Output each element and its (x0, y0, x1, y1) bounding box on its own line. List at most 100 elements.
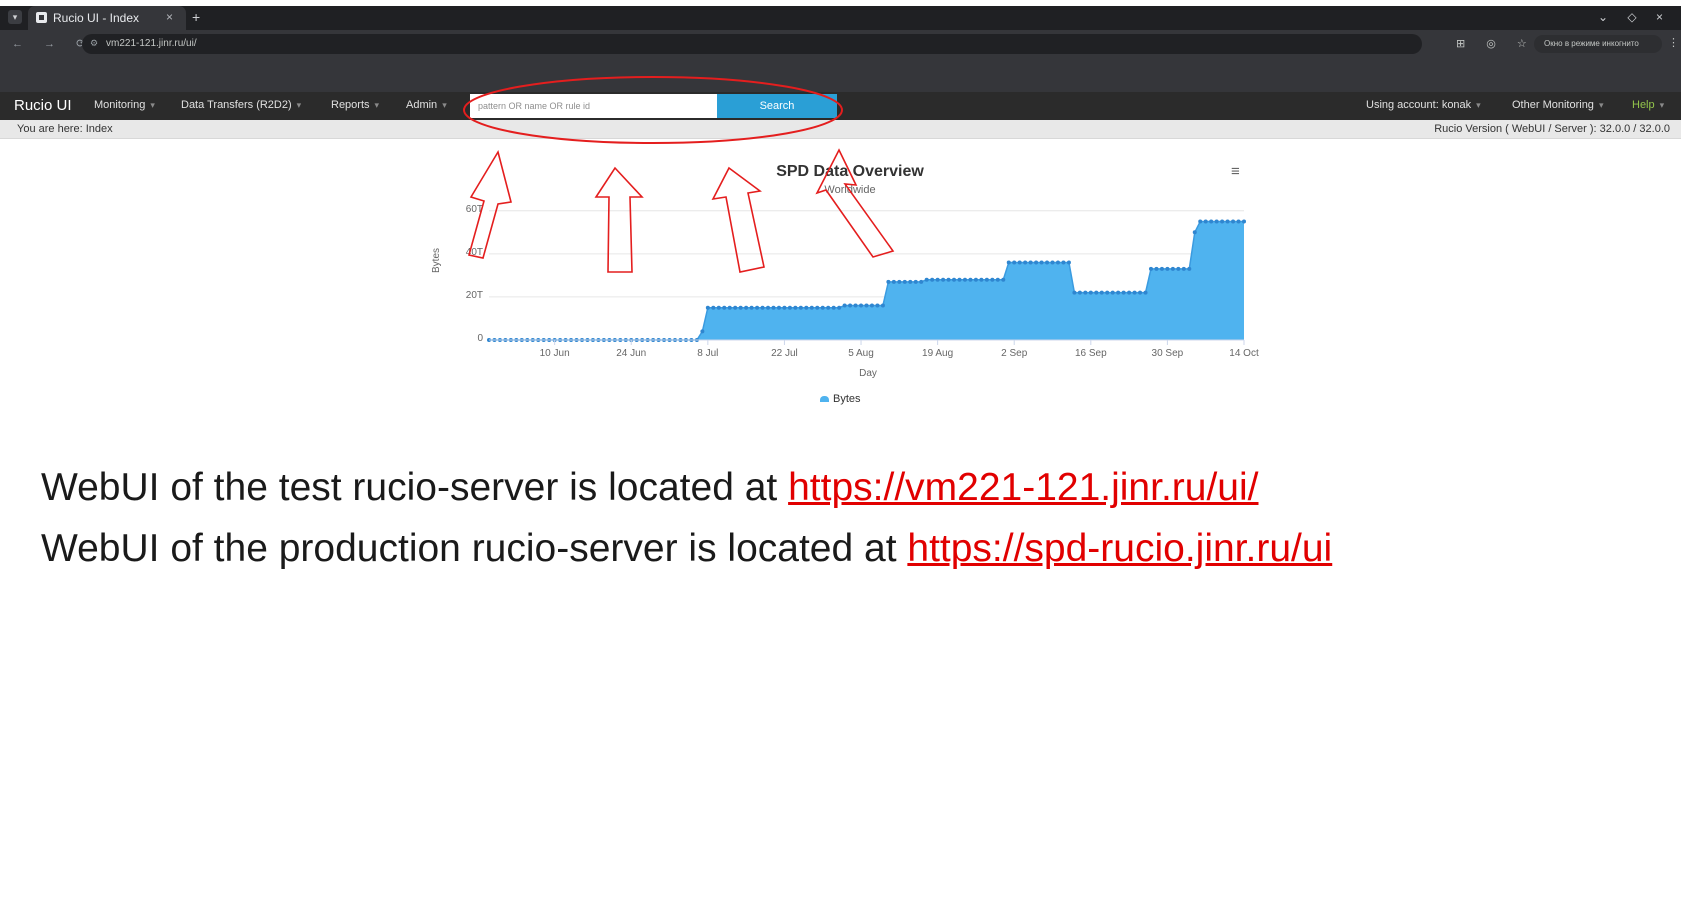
data-point (1061, 260, 1066, 265)
data-point (749, 305, 754, 310)
data-point (1012, 260, 1017, 265)
data-point (1192, 230, 1197, 235)
data-point (962, 277, 967, 282)
data-point (1045, 260, 1050, 265)
data-point (1099, 290, 1104, 295)
data-point (1220, 219, 1225, 224)
data-point (738, 305, 743, 310)
data-point (842, 303, 847, 308)
data-point (771, 305, 776, 310)
data-point (946, 277, 951, 282)
data-point (957, 277, 962, 282)
data-point (1159, 266, 1164, 271)
data-point (766, 305, 771, 310)
chart-legend-item[interactable]: Bytes (820, 393, 861, 405)
data-point (1181, 266, 1186, 271)
data-point (979, 277, 984, 282)
data-point (1165, 266, 1170, 271)
series-area (489, 221, 1244, 340)
data-point (1209, 219, 1214, 224)
data-point (1072, 290, 1077, 295)
data-point (913, 279, 918, 284)
data-point (924, 277, 929, 282)
legend-swatch-icon (820, 396, 829, 403)
data-point (1132, 290, 1137, 295)
slide-line-test: WebUI of the test rucio-server is locate… (41, 466, 1259, 510)
data-point (744, 305, 749, 310)
data-point (1225, 219, 1230, 224)
data-point (1066, 260, 1071, 265)
test-server-link[interactable]: https://vm221-121.jinr.ru/ui/ (788, 466, 1258, 509)
x-tick-label: 14 Oct (1229, 348, 1259, 359)
data-point (1094, 290, 1099, 295)
data-point (1110, 290, 1115, 295)
legend-label: Bytes (833, 393, 861, 405)
data-point (902, 279, 907, 284)
data-point (1127, 290, 1132, 295)
data-point (930, 277, 935, 282)
data-overview-chart (487, 210, 1246, 345)
data-point (853, 303, 858, 308)
data-point (815, 305, 820, 310)
data-point (1028, 260, 1033, 265)
data-point (1203, 219, 1208, 224)
data-point (941, 277, 946, 282)
data-point (782, 305, 787, 310)
data-point (760, 305, 765, 310)
data-point (826, 305, 831, 310)
data-point (776, 305, 781, 310)
data-point (1088, 290, 1093, 295)
data-point (1077, 290, 1082, 295)
data-point (859, 303, 864, 308)
data-point (1017, 260, 1022, 265)
data-point (1138, 290, 1143, 295)
data-point (935, 277, 940, 282)
production-server-link[interactable]: https://spd-rucio.jinr.ru/ui (907, 527, 1332, 570)
data-point (1083, 290, 1088, 295)
data-point (837, 305, 842, 310)
data-point (793, 305, 798, 310)
data-point (848, 303, 853, 308)
data-point (1214, 219, 1219, 224)
data-point (1154, 266, 1159, 271)
x-tick-label: 8 Jul (697, 348, 719, 359)
y-tick-label: 0 (477, 333, 483, 344)
data-point (755, 305, 760, 310)
data-point (1001, 277, 1006, 282)
data-point (1039, 260, 1044, 265)
data-point (1006, 260, 1011, 265)
data-point (968, 277, 973, 282)
data-point (1143, 290, 1148, 295)
data-point (733, 305, 738, 310)
data-point (891, 279, 896, 284)
data-point (1055, 260, 1060, 265)
data-point (875, 303, 880, 308)
data-point (984, 277, 989, 282)
data-point (1023, 260, 1028, 265)
x-tick-label: 24 Jun (616, 348, 647, 359)
data-point (864, 303, 869, 308)
data-point (1170, 266, 1175, 271)
data-point (804, 305, 809, 310)
data-point (727, 305, 732, 310)
data-point (1231, 219, 1236, 224)
x-tick-label: 19 Aug (922, 348, 954, 359)
data-point (919, 279, 924, 284)
data-point (990, 277, 995, 282)
data-point (1050, 260, 1055, 265)
x-tick-label: 10 Jun (539, 348, 570, 359)
x-tick-label: 2 Sep (1001, 348, 1028, 359)
slide-line-production: WebUI of the production rucio-server is … (41, 527, 1332, 571)
data-point (798, 305, 803, 310)
data-point (1187, 266, 1192, 271)
y-tick-label: 60T (465, 203, 483, 215)
data-point (787, 305, 792, 310)
data-point (820, 305, 825, 310)
data-point (1034, 260, 1039, 265)
data-point (908, 279, 913, 284)
x-tick-label: 22 Jul (771, 348, 798, 359)
data-point (869, 303, 874, 308)
data-point (1176, 266, 1181, 271)
data-point (1236, 219, 1241, 224)
data-point (897, 279, 902, 284)
